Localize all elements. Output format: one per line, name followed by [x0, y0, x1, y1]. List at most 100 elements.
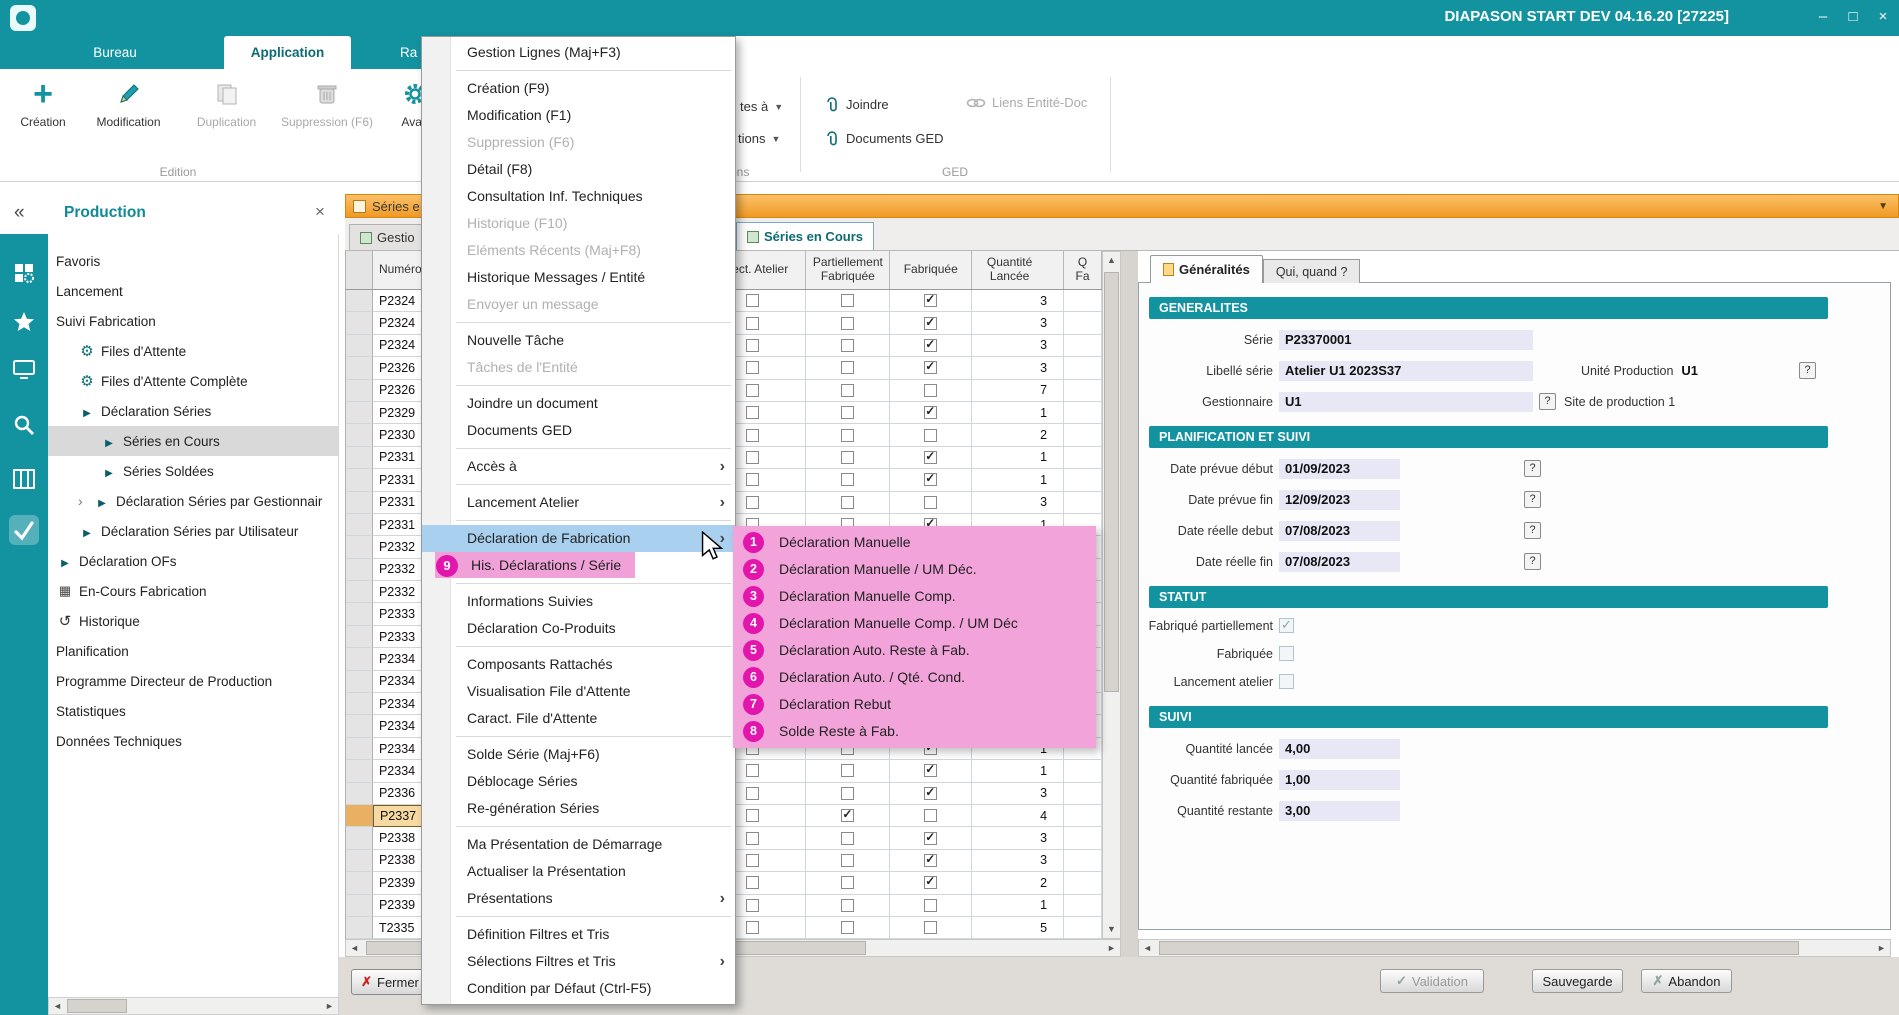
submenu-item[interactable]: 3 Déclaration Manuelle Comp. [733, 583, 1096, 610]
fabriquee-checkbox[interactable] [924, 294, 937, 307]
statut-checkbox[interactable] [1279, 618, 1294, 633]
context-menu-item[interactable]: Déclaration Co-Produits [422, 615, 735, 642]
monitor-icon[interactable] [9, 355, 39, 385]
row-selector[interactable] [346, 760, 373, 782]
context-menu-item[interactable]: Création (F9) [422, 75, 735, 102]
row-selector[interactable] [346, 850, 373, 872]
context-menu-item[interactable]: Consultation Inf. Techniques [422, 183, 735, 210]
atelier-checkbox[interactable] [746, 921, 759, 934]
context-menu-item[interactable] [422, 579, 735, 588]
fabriquee-checkbox[interactable] [924, 832, 937, 845]
partiellement-checkbox[interactable] [841, 339, 854, 352]
sidebar-item[interactable]: Séries Soldées [48, 456, 338, 486]
partiellement-checkbox[interactable] [841, 921, 854, 934]
scroll-thumb[interactable] [1104, 272, 1119, 692]
close-button[interactable]: × [1873, 6, 1893, 28]
partiellement-checkbox[interactable] [841, 361, 854, 374]
tab-generalites[interactable]: Généralités [1150, 255, 1263, 283]
context-menu-item[interactable] [422, 444, 735, 453]
row-selector[interactable] [346, 424, 373, 446]
context-menu-item[interactable]: Historique (F10) [422, 210, 735, 237]
atelier-checkbox[interactable] [746, 361, 759, 374]
row-selector[interactable] [346, 738, 373, 760]
scroll-left-icon[interactable]: ◄ [1139, 940, 1156, 956]
creation-button[interactable]: + Création [8, 75, 78, 147]
context-menu-item[interactable] [422, 516, 735, 525]
help-button[interactable]: ? [1524, 522, 1541, 539]
context-menu-item[interactable] [422, 318, 735, 327]
row-selector[interactable] [346, 715, 373, 737]
table-columns-icon[interactable] [9, 464, 39, 494]
maximize-button[interactable]: □ [1843, 6, 1863, 28]
fragment-button-2[interactable]: tions ▼ [738, 131, 780, 146]
row-selector[interactable] [346, 805, 373, 827]
tab-series-en-cours[interactable]: Séries en Cours [736, 222, 874, 250]
help-button[interactable]: ? [1524, 460, 1541, 477]
context-menu-item[interactable]: Historique Messages / Entité [422, 264, 735, 291]
modification-button[interactable]: Modification [81, 75, 176, 147]
fabriquee-checkbox[interactable] [924, 764, 937, 777]
context-menu-item[interactable]: Documents GED [422, 417, 735, 444]
row-selector[interactable] [346, 492, 373, 514]
scroll-right-icon[interactable]: ► [1873, 940, 1890, 956]
table-vscrollbar[interactable]: ▲ ▼ [1102, 251, 1121, 939]
row-selector[interactable] [346, 380, 373, 402]
row-selector[interactable] [346, 536, 373, 558]
context-menu-item[interactable]: Nouvelle Tâche [422, 327, 735, 354]
help-button[interactable]: ? [1539, 393, 1556, 410]
row-selector[interactable] [346, 469, 373, 491]
partiellement-checkbox[interactable] [841, 451, 854, 464]
fabriquee-checkbox[interactable] [924, 809, 937, 822]
atelier-checkbox[interactable] [746, 473, 759, 486]
scroll-right-icon[interactable]: ► [1103, 940, 1120, 956]
suivi-field[interactable]: 1,00 [1279, 770, 1400, 790]
fabriquee-checkbox[interactable] [924, 384, 937, 397]
detail-hscrollbar[interactable]: ◄ ► [1138, 939, 1891, 957]
context-menu-item[interactable]: Composants Rattachés [422, 651, 735, 678]
atelier-checkbox[interactable] [746, 451, 759, 464]
context-menu-item[interactable]: Solde Série (Maj+F6) [422, 741, 735, 768]
row-selector[interactable] [346, 514, 373, 536]
libelle-field[interactable]: Atelier U1 2023S37 [1279, 361, 1533, 381]
liens-entite-doc-button[interactable]: Liens Entité-Doc [966, 95, 1087, 110]
submenu-item[interactable]: 5 Déclaration Auto. Reste à Fab. [733, 637, 1096, 664]
sidebar-hscrollbar[interactable]: ◄ ► [48, 997, 339, 1015]
serie-field[interactable]: P23370001 [1279, 330, 1533, 350]
partiellement-checkbox[interactable] [841, 429, 854, 442]
scroll-thumb[interactable] [67, 999, 127, 1013]
sidebar-item[interactable]: Déclaration Séries par Utilisateur [48, 516, 338, 546]
context-menu-item[interactable]: Eléments Récents (Maj+F8) [422, 237, 735, 264]
context-menu-item[interactable] [422, 642, 735, 651]
header-quantite-lancee[interactable]: Quantité Lancée [972, 251, 1064, 289]
scroll-thumb[interactable] [1159, 941, 1799, 955]
sidebar-item[interactable]: Données Techniques [48, 726, 338, 756]
row-selector[interactable] [346, 581, 373, 603]
context-menu-item[interactable]: Lancement Atelier › [422, 489, 735, 516]
scroll-left-icon[interactable]: ◄ [49, 998, 66, 1014]
context-menu-item[interactable]: Déclaration de Fabrication › [422, 525, 735, 552]
documents-ged-button[interactable]: Documents GED [824, 129, 944, 147]
atelier-checkbox[interactable] [746, 787, 759, 800]
context-menu-item[interactable]: Accès à › [422, 453, 735, 480]
suivi-field[interactable]: 4,00 [1279, 739, 1400, 759]
sidebar-item[interactable]: Déclaration OFs [48, 546, 338, 576]
row-selector[interactable] [346, 648, 373, 670]
scroll-up-icon[interactable]: ▲ [1103, 252, 1120, 269]
atelier-checkbox[interactable] [746, 854, 759, 867]
statut-checkbox[interactable] [1279, 646, 1294, 661]
context-menu-item[interactable]: Envoyer un message [422, 291, 735, 318]
apps-icon[interactable] [9, 258, 39, 288]
sidebar-item[interactable]: Files d'Attente Complète [48, 366, 338, 396]
fabriquee-checkbox[interactable] [924, 361, 937, 374]
context-menu-item[interactable]: Visualisation File d'Attente [422, 678, 735, 705]
context-menu-item[interactable] [422, 732, 735, 741]
fabriquee-checkbox[interactable] [924, 921, 937, 934]
fabriquee-checkbox[interactable] [924, 317, 937, 330]
fermer-button[interactable]: ✗ Fermer [351, 969, 429, 995]
statut-checkbox[interactable] [1279, 674, 1294, 689]
partiellement-checkbox[interactable] [841, 764, 854, 777]
context-menu-item[interactable]: Condition par Défaut (Ctrl-F5) [422, 975, 735, 1002]
sidebar-item[interactable]: Suivi Fabrication [48, 306, 338, 336]
row-selector[interactable] [346, 827, 373, 849]
context-menu-item[interactable] [422, 822, 735, 831]
